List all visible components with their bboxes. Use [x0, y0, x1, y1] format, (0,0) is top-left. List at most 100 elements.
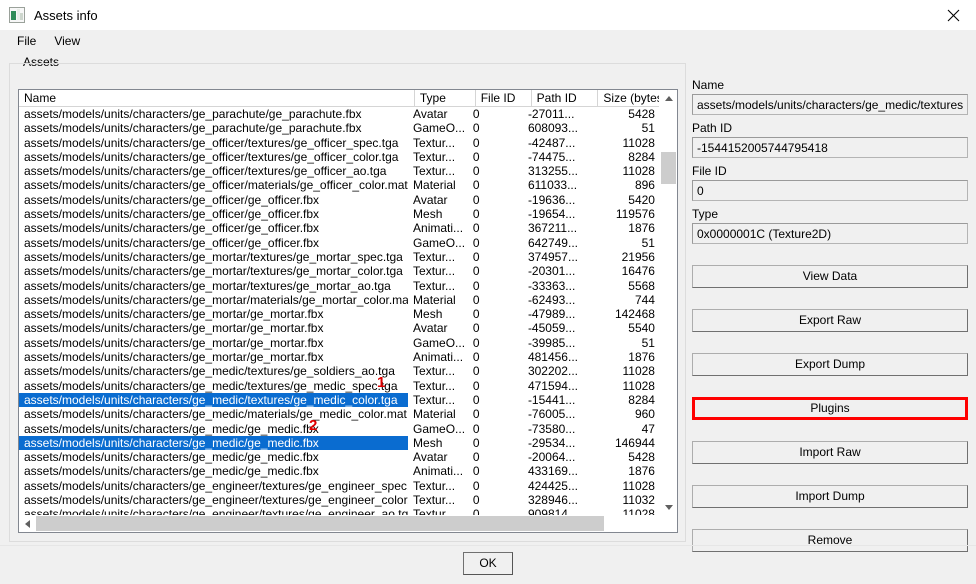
- table-row[interactable]: assets/models/units/characters/ge_medic/…: [19, 464, 661, 478]
- table-row[interactable]: assets/models/units/characters/ge_medic/…: [19, 407, 661, 421]
- table-row[interactable]: assets/models/units/characters/ge_mortar…: [19, 307, 661, 321]
- export-dump-button[interactable]: Export Dump: [692, 353, 968, 376]
- cell-path-id: -33363...: [527, 278, 576, 293]
- table-row[interactable]: assets/models/units/characters/ge_office…: [19, 207, 661, 221]
- cell-name: assets/models/units/characters/ge_parach…: [24, 121, 362, 136]
- table-row[interactable]: assets/models/units/characters/ge_medic/…: [19, 422, 661, 436]
- cell-type: GameO...: [413, 121, 466, 136]
- cell-name: assets/models/units/characters/ge_office…: [24, 235, 320, 250]
- scrollbar-corner: [660, 515, 677, 532]
- table-row[interactable]: assets/models/units/characters/ge_mortar…: [19, 293, 661, 307]
- cell-name: assets/models/units/characters/ge_medic/…: [24, 364, 395, 379]
- hscroll-thumb[interactable]: [36, 516, 604, 531]
- table-row[interactable]: assets/models/units/characters/ge_mortar…: [19, 279, 661, 293]
- cell-name: assets/models/units/characters/ge_office…: [24, 178, 408, 193]
- cell-size: 11028: [622, 478, 655, 493]
- cell-file-id: 0: [472, 192, 480, 207]
- listview-horizontal-scrollbar[interactable]: [19, 515, 677, 532]
- table-row[interactable]: assets/models/units/characters/ge_engine…: [19, 493, 661, 507]
- cell-name: assets/models/units/characters/ge_mortar…: [24, 335, 324, 350]
- listview-body[interactable]: assets/models/units/characters/ge_parach…: [19, 107, 661, 516]
- table-row[interactable]: assets/models/units/characters/ge_office…: [19, 164, 661, 178]
- table-row[interactable]: assets/models/units/characters/ge_medic/…: [19, 450, 661, 464]
- view-data-button[interactable]: View Data: [692, 265, 968, 288]
- label-file-id: File ID: [692, 164, 727, 178]
- cell-type: Avatar: [413, 192, 448, 207]
- vscroll-track[interactable]: [660, 107, 677, 499]
- cell-size: 1876: [628, 464, 655, 479]
- cell-file-id: 0: [472, 292, 480, 307]
- name-field[interactable]: [692, 94, 968, 115]
- cell-name: assets/models/units/characters/ge_office…: [24, 135, 399, 150]
- assets-listview[interactable]: Name Type File ID Path ID Size (bytes) a…: [18, 89, 678, 533]
- cell-name: assets/models/units/characters/ge_mortar…: [24, 249, 403, 264]
- export-raw-button[interactable]: Export Raw: [692, 309, 968, 332]
- table-row[interactable]: assets/models/units/characters/ge_mortar…: [19, 350, 661, 364]
- column-header-type[interactable]: Type: [414, 90, 476, 107]
- table-row[interactable]: assets/models/units/characters/ge_office…: [19, 178, 661, 192]
- import-raw-button[interactable]: Import Raw: [692, 441, 968, 464]
- chevron-up-icon[interactable]: [660, 90, 677, 107]
- cell-file-id: 0: [472, 207, 480, 222]
- cell-file-id: 0: [472, 335, 480, 350]
- table-row[interactable]: assets/models/units/characters/ge_engine…: [19, 479, 661, 493]
- table-row[interactable]: assets/models/units/characters/ge_parach…: [19, 121, 661, 135]
- cell-file-id: 0: [472, 235, 480, 250]
- cell-path-id: -15441...: [527, 392, 576, 407]
- import-dump-button[interactable]: Import Dump: [692, 485, 968, 508]
- chevron-down-icon[interactable]: [660, 499, 677, 516]
- cell-name: assets/models/units/characters/ge_parach…: [24, 107, 362, 121]
- column-header-path-id[interactable]: Path ID: [531, 90, 599, 107]
- cell-type: Avatar: [413, 107, 448, 121]
- cell-name: assets/models/units/characters/ge_medic/…: [24, 407, 407, 422]
- plugins-button[interactable]: Plugins: [692, 397, 968, 420]
- table-row[interactable]: assets/models/units/characters/ge_mortar…: [19, 250, 661, 264]
- type-field[interactable]: [692, 223, 968, 244]
- column-header-file-id[interactable]: File ID: [475, 90, 532, 107]
- listview-vertical-scrollbar[interactable]: [659, 90, 677, 516]
- menu-view[interactable]: View: [45, 32, 89, 50]
- menu-file[interactable]: File: [8, 32, 45, 50]
- cell-size: 11028: [622, 378, 655, 393]
- cell-type: Animati...: [413, 221, 464, 236]
- table-row[interactable]: assets/models/units/characters/ge_office…: [19, 236, 661, 250]
- table-row[interactable]: assets/models/units/characters/ge_mortar…: [19, 321, 661, 335]
- table-row[interactable]: assets/models/units/characters/ge_mortar…: [19, 336, 661, 350]
- remove-button[interactable]: Remove: [692, 529, 968, 552]
- table-row[interactable]: assets/models/units/characters/ge_medic/…: [19, 364, 661, 378]
- cell-size: 11032: [622, 493, 655, 508]
- assets-info-window: Assets info File View Assets Name Type F…: [0, 0, 976, 584]
- table-row[interactable]: assets/models/units/characters/ge_office…: [19, 221, 661, 235]
- column-header-name[interactable]: Name: [19, 90, 415, 107]
- cell-type: Avatar: [413, 321, 448, 336]
- table-row[interactable]: assets/models/units/characters/ge_mortar…: [19, 264, 661, 278]
- cell-size: 5568: [628, 278, 655, 293]
- annotation-marker-1: 1: [377, 374, 386, 391]
- table-row[interactable]: assets/models/units/characters/ge_office…: [19, 150, 661, 164]
- table-row[interactable]: assets/models/units/characters/ge_office…: [19, 136, 661, 150]
- ok-button[interactable]: OK: [463, 552, 513, 575]
- table-row[interactable]: assets/models/units/characters/ge_medic/…: [19, 379, 661, 393]
- table-row[interactable]: assets/models/units/characters/ge_parach…: [19, 107, 661, 121]
- chevron-left-icon[interactable]: [19, 515, 36, 532]
- cell-type: Mesh: [413, 307, 443, 322]
- cell-path-id: -74475...: [527, 149, 576, 164]
- cell-type: Textur...: [413, 264, 456, 279]
- cell-file-id: 0: [472, 178, 480, 193]
- cell-size: 11028: [622, 164, 655, 179]
- path-id-field[interactable]: [692, 137, 968, 158]
- close-icon[interactable]: [930, 0, 976, 30]
- cell-name: assets/models/units/characters/ge_medic/…: [24, 421, 319, 436]
- cell-type: Textur...: [413, 278, 456, 293]
- cell-name: assets/models/units/characters/ge_office…: [24, 164, 387, 179]
- table-row[interactable]: assets/models/units/characters/ge_office…: [19, 193, 661, 207]
- file-id-field[interactable]: [692, 180, 968, 201]
- cell-type: GameO...: [413, 335, 466, 350]
- table-row[interactable]: assets/models/units/characters/ge_medic/…: [19, 435, 661, 451]
- vscroll-thumb[interactable]: [661, 152, 676, 184]
- table-row[interactable]: assets/models/units/characters/ge_medic/…: [19, 392, 661, 408]
- cell-path-id: 471594...: [527, 378, 578, 393]
- cell-name: assets/models/units/characters/ge_mortar…: [24, 278, 391, 293]
- cell-name: assets/models/units/characters/ge_medic/…: [19, 392, 409, 408]
- cell-path-id: -19636...: [527, 192, 576, 207]
